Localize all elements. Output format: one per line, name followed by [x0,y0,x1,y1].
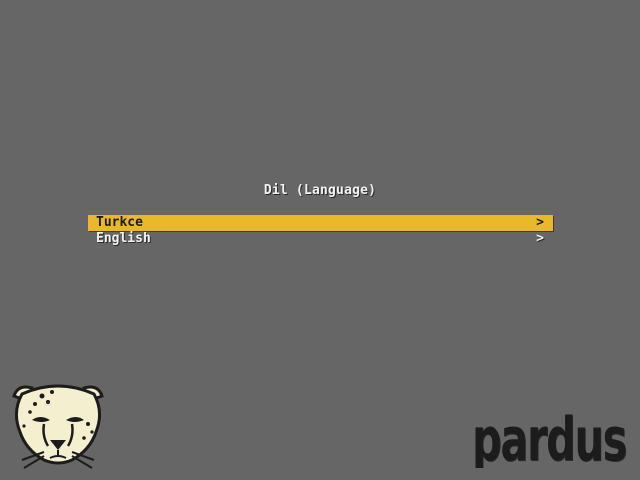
chevron-right-icon: > [536,231,544,246]
menu-item-english[interactable]: English > [88,231,553,247]
chevron-right-icon: > [536,215,544,230]
menu-item-turkce[interactable]: Turkce > [88,215,553,231]
menu-item-label: English [96,231,151,246]
pardus-logo: pardus [472,405,628,468]
cheetah-head-icon [12,384,104,469]
menu-item-label: Turkce [96,215,143,230]
logo-text: pardus [472,405,626,468]
menu-title: Dil (Language) [263,183,377,198]
language-menu: Turkce > English > [88,215,553,247]
boot-menu-screen: Dil (Language) Turkce > English > pardus [0,0,640,480]
